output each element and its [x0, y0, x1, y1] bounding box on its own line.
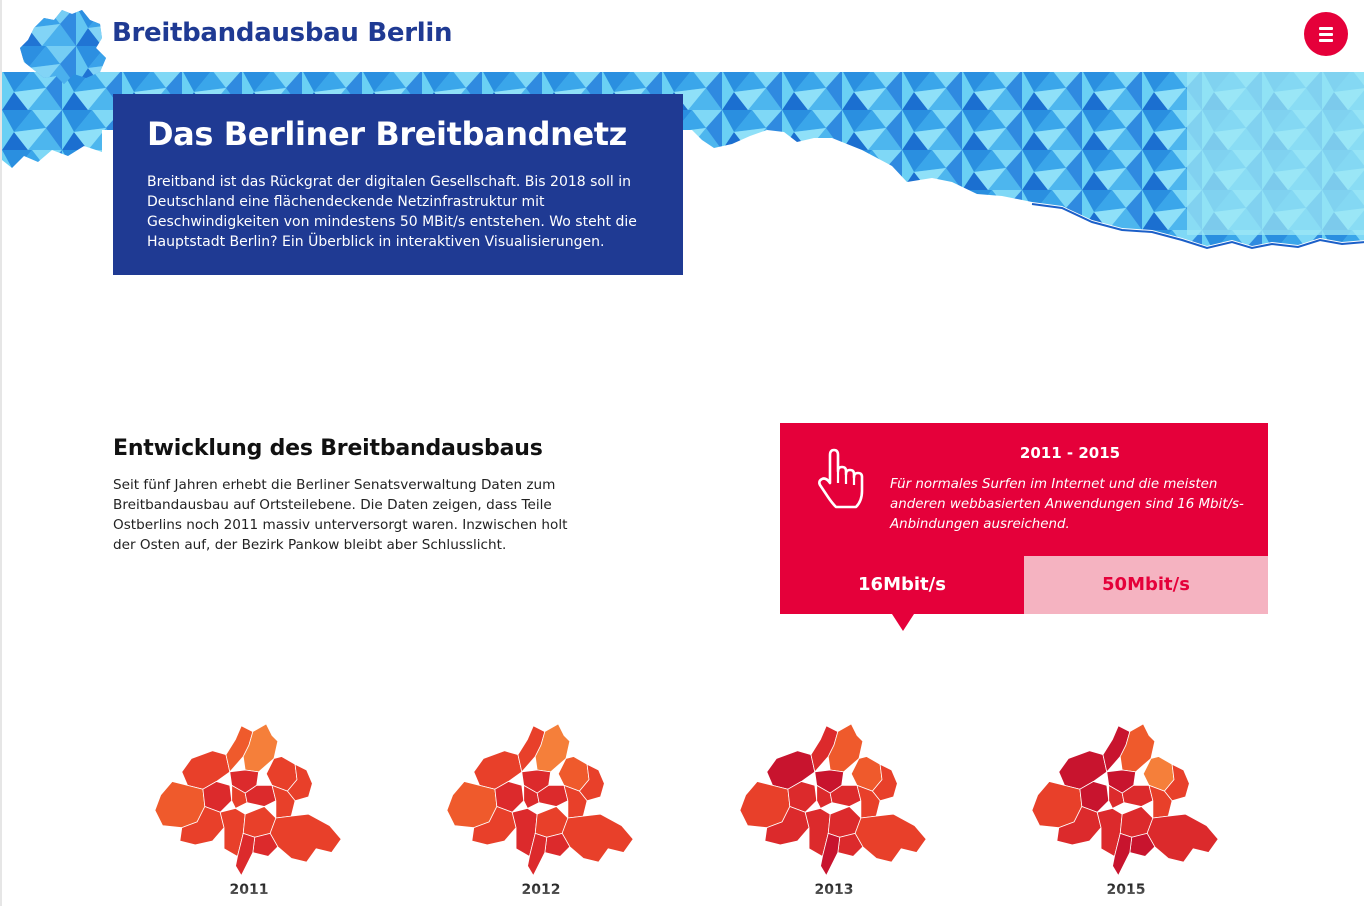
section-text: Seit fünf Jahren erhebt die Berliner Sen… [113, 477, 568, 553]
map-year-label: 2011 [229, 882, 269, 898]
map-year-label: 2012 [521, 882, 561, 898]
district-shape[interactable] [269, 813, 342, 863]
berlin-district-map [739, 723, 927, 876]
info-panel-header: 2011 - 2015 Für normales Surfen im Inter… [780, 423, 1268, 556]
site-header: Breitbandausbau Berlin [2, 0, 1364, 84]
district-shape[interactable] [561, 813, 634, 863]
page: Breitbandausbau Berlin Das Berliner Brei… [0, 0, 1364, 906]
hand-pointer-icon [818, 448, 864, 509]
map-2013[interactable]: 2013 [734, 720, 934, 906]
section-heading: Entwicklung des Breitbandausbaus [113, 436, 543, 461]
berlin-map-logo-icon[interactable] [16, 6, 108, 86]
berlin-district-map [446, 723, 634, 876]
info-description: Für normales Surfen im Internet und die … [890, 477, 1244, 532]
map-year-label: 2015 [1106, 882, 1146, 898]
intro-box: Das Berliner Breitbandnetz Breitband ist… [113, 94, 683, 275]
info-years: 2011 - 2015 [1019, 444, 1121, 462]
map-year-label: 2013 [814, 882, 854, 898]
site-title[interactable]: Breitbandausbau Berlin [112, 18, 452, 48]
berlin-district-map [1031, 723, 1219, 876]
selected-tab-pointer [892, 614, 914, 631]
tab-16mbit[interactable]: 16Mbit/s [780, 556, 1024, 614]
berlin-district-map [154, 723, 342, 876]
menu-button[interactable] [1304, 12, 1348, 56]
speed-info-panel: 2011 - 2015 Für normales Surfen im Inter… [780, 423, 1268, 631]
map-2015[interactable]: 2015 [1026, 720, 1226, 906]
map-2011[interactable]: 2011 [149, 720, 349, 906]
map-2012[interactable]: 2012 [441, 720, 641, 906]
tab-50mbit[interactable]: 50Mbit/s [1024, 556, 1268, 614]
hero-text: Breitband ist das Rückgrat der digitalen… [147, 174, 637, 250]
district-shape[interactable] [854, 813, 927, 863]
district-shape[interactable] [1146, 813, 1219, 863]
hero-title: Das Berliner Breitbandnetz [147, 115, 627, 153]
